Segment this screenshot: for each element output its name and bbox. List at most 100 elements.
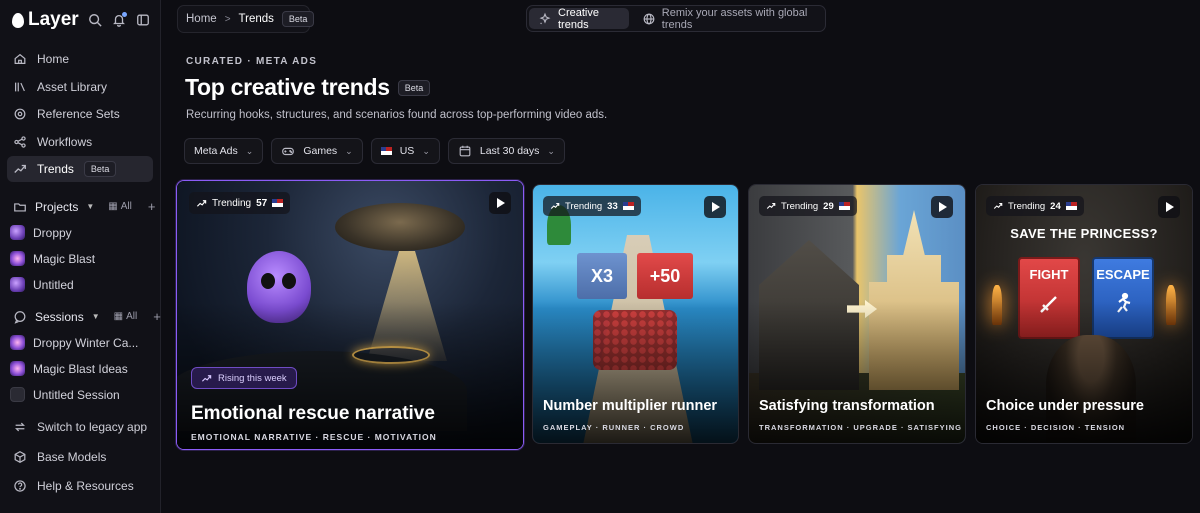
app-name: Layer [28,9,79,30]
project-item-untitled[interactable]: Untitled [0,272,160,298]
nav-item-help[interactable]: Help & Resources [7,472,154,500]
breadcrumb-home[interactable]: Home [186,13,217,25]
tab-remix-assets[interactable]: Remix your assets with global trends [633,6,823,31]
trend-card-title: Emotional rescue narrative [191,403,435,424]
projects-header: Projects ▼ ▦ All + [0,194,160,220]
play-button[interactable] [489,192,511,214]
share-nodes-icon [13,135,27,149]
nav-item-label: Reference Sets [37,107,120,121]
main-nav: Home Asset Library Reference Sets Workfl… [0,42,160,188]
beta-badge: Beta [83,161,117,177]
bottom-nav: Switch to legacy app Base Models Help & … [0,413,161,502]
app-logo[interactable]: Layer [12,9,79,31]
breadcrumb: Home > Trends Beta [177,5,315,33]
sessions-all-button[interactable]: ▦ All [114,311,138,322]
notification-dot [122,12,127,17]
plus-gate: +50 [637,253,693,299]
chevron-down-icon: ⌄ [422,145,430,156]
trend-up-icon [993,201,1003,211]
nav-item-workflows[interactable]: Workflows [7,129,153,155]
option-label: ESCAPE [1096,267,1150,282]
sidebar-toggle-icon[interactable] [136,13,150,27]
nav-item-base-models[interactable]: Base Models [7,443,154,471]
nav-item-switch-legacy[interactable]: Switch to legacy app [7,413,154,441]
sparkle-icon [538,12,552,26]
nav-item-asset-library[interactable]: Asset Library [7,74,153,100]
bell-icon[interactable] [112,12,127,27]
project-label: Magic Blast [33,251,96,266]
trend-card-satisfying-transformation[interactable]: Trending 29 Satisfying transformation TR… [748,184,966,444]
trend-label: Trending [1008,200,1046,212]
session-item-droppy-winter[interactable]: Droppy Winter Ca... [0,330,160,356]
page-subtitle: Recurring hooks, structures, and scenari… [186,109,608,121]
switch-icon [13,420,27,434]
cube-icon [13,450,27,464]
trend-score-badge: Trending 24 [986,196,1084,216]
nav-item-trends[interactable]: Trends Beta [7,156,153,182]
project-label: Untitled [33,277,74,292]
project-thumbnail [10,251,25,266]
trend-up-icon [550,201,560,211]
search-icon[interactable] [88,13,102,27]
trend-card-choice-under-pressure[interactable]: SAVE THE PRINCESS? FIGHT ESCAPE Trending… [975,184,1193,444]
nav-item-label: Home [37,52,70,66]
sidebar: Layer Home Asset Library Reference Sets … [0,0,161,513]
tab-label: Remix your assets with global trends [661,6,808,31]
projects-all-label: All [120,201,132,212]
trend-card-tags: TRANSFORMATION · UPGRADE · SATISFYING [759,423,962,432]
chevron-down-icon: ⌄ [245,145,254,156]
category-filter[interactable]: Games ⌄ [271,138,363,164]
region-filter[interactable]: US ⌄ [370,138,440,164]
drop-logo-icon [12,12,24,28]
sessions-header: Sessions ▼ ▦ All + [0,304,161,330]
projects-all-button[interactable]: ▦ All [108,201,132,212]
airship-illustration [335,203,465,251]
play-button[interactable] [1158,196,1180,218]
beta-badge: Beta [397,79,431,96]
tab-creative-trends[interactable]: Creative trends [529,7,629,31]
play-button[interactable] [931,196,953,218]
trend-score: 24 [1050,200,1061,212]
project-label: Droppy [33,225,72,240]
sessions-label[interactable]: Sessions [35,310,84,324]
us-flag-icon [1065,202,1077,210]
session-thumbnail [10,335,25,350]
play-button[interactable] [704,196,726,218]
nav-item-reference-sets[interactable]: Reference Sets [7,101,153,127]
gamepad-icon [281,144,295,158]
trend-card-title: Choice under pressure [986,398,1144,414]
trend-card-number-multiplier[interactable]: X3 +50 Trending 33 Number multiplier run… [532,184,739,444]
session-item-untitled-session[interactable]: Untitled Session [0,382,160,408]
project-item-droppy[interactable]: Droppy [0,220,160,246]
calendar-icon [458,144,472,158]
caret-down-icon[interactable]: ▼ [86,202,94,211]
us-flag-icon [380,147,392,155]
filter-label: Meta Ads [194,145,238,157]
rising-label: Rising this week [218,372,287,384]
breadcrumb-current: Trends [238,13,274,25]
add-project-button[interactable]: + [148,199,156,214]
trend-up-icon [196,198,207,209]
sessions-all-label: All [126,311,138,322]
grid-icon: ▦ [113,311,124,322]
add-session-button[interactable]: + [153,309,161,324]
caret-down-icon[interactable]: ▼ [92,312,100,321]
trend-score-badge: Trending 29 [759,196,857,216]
nav-item-home[interactable]: Home [7,46,153,72]
trend-card-emotional-rescue[interactable]: Trending 57 Rising this week Emotional r… [176,180,524,450]
multiplier-gate: X3 [577,253,627,299]
platform-filter[interactable]: Meta Ads ⌄ [184,138,264,164]
trend-card-title: Satisfying transformation [759,398,935,414]
session-label: Droppy Winter Ca... [33,335,139,350]
projects-label[interactable]: Projects [35,200,78,214]
trend-score-badge: Trending 57 [189,192,291,214]
project-item-magic-blast[interactable]: Magic Blast [0,246,160,272]
session-thumbnail [10,387,25,402]
chevron-right-icon: > [224,13,231,25]
card-gradient-overlay [976,301,1192,443]
card-gradient-overlay [749,301,965,443]
date-range-filter[interactable]: Last 30 days ⌄ [447,138,565,164]
trend-score: 57 [256,197,268,209]
session-item-magic-blast-ideas[interactable]: Magic Blast Ideas [0,356,160,382]
home-icon [13,52,27,66]
